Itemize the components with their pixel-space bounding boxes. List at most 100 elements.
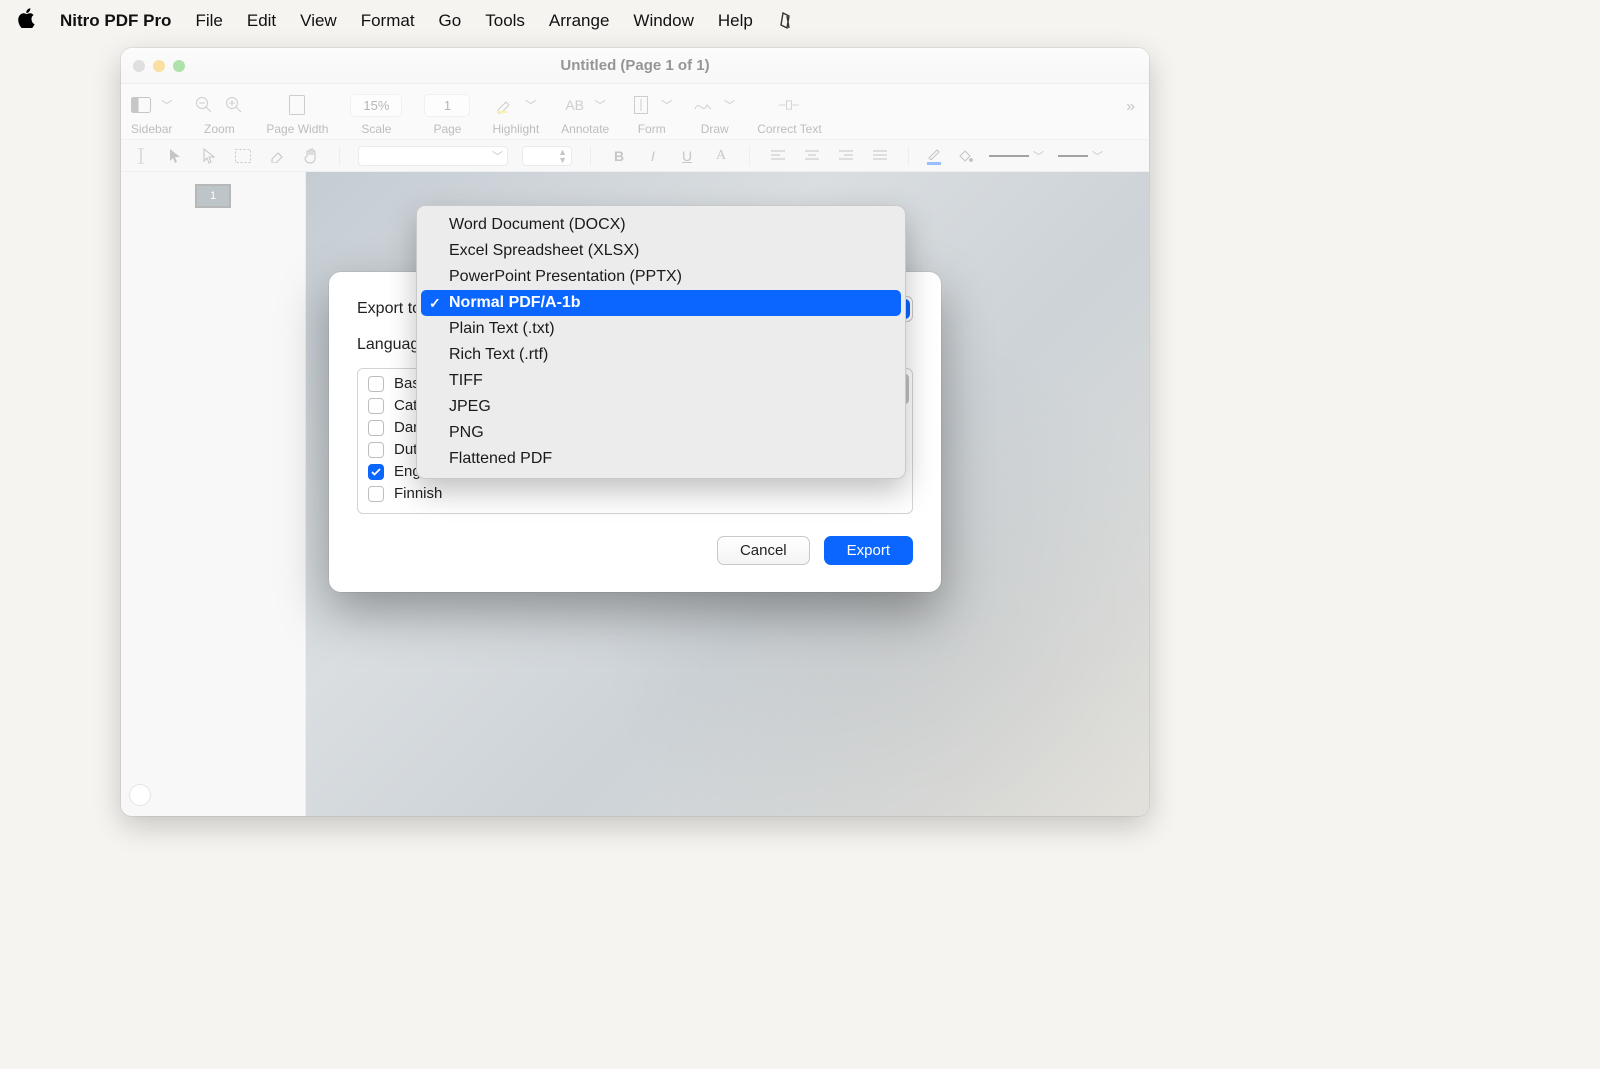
thumbnail-pane[interactable]: 1 (121, 172, 306, 816)
font-select[interactable]: ﹀ (358, 146, 508, 166)
menu-window[interactable]: Window (633, 11, 693, 31)
dropdown-option[interactable]: JPEG (421, 394, 901, 420)
menu-go[interactable]: Go (439, 11, 462, 31)
hand-icon[interactable] (301, 146, 321, 166)
thumb-page-number: 1 (210, 190, 216, 202)
tool-correct-label: Correct Text (757, 122, 821, 136)
font-style-button[interactable]: A (711, 146, 731, 166)
menu-tools[interactable]: Tools (485, 11, 525, 31)
dropdown-option[interactable]: Normal PDF/A-1b (421, 290, 901, 316)
sidebar-icon (131, 95, 151, 115)
window-zoom-button[interactable] (173, 60, 185, 72)
tool-scale-label: Scale (361, 122, 391, 136)
export-format-dropdown: Word Document (DOCX)Excel Spreadsheet (X… (416, 205, 906, 479)
menu-help[interactable]: Help (718, 11, 753, 31)
apple-icon[interactable] (18, 8, 36, 34)
menu-file[interactable]: File (195, 11, 222, 31)
zoom-slider-knob[interactable] (129, 784, 151, 806)
titlebar: Untitled (Page 1 of 1) (121, 48, 1149, 84)
align-justify-icon[interactable] (870, 146, 890, 166)
pointer-icon[interactable] (165, 146, 185, 166)
menu-view[interactable]: View (300, 11, 337, 31)
line-weight-select[interactable]: ﹀ (989, 148, 1044, 164)
tool-form-label: Form (638, 122, 666, 136)
document-title: Untitled (Page 1 of 1) (121, 57, 1149, 74)
tool-correct[interactable]: Correct Text (757, 90, 821, 136)
tool-annotate[interactable]: AB ﹀ Annotate (561, 90, 609, 136)
annotate-icon: AB (565, 95, 585, 115)
align-right-icon[interactable] (836, 146, 856, 166)
menubar-extra-icon[interactable] (777, 12, 793, 30)
align-left-icon[interactable] (768, 146, 788, 166)
dropdown-option[interactable]: TIFF (421, 368, 901, 394)
cancel-button[interactable]: Cancel (717, 536, 810, 565)
tool-draw-label: Draw (701, 122, 729, 136)
align-center-icon[interactable] (802, 146, 822, 166)
menu-app-name[interactable]: Nitro PDF Pro (60, 11, 171, 31)
dropdown-option[interactable]: Flattened PDF (421, 446, 901, 472)
tool-pagewidth[interactable]: Page Width (266, 90, 328, 136)
checkbox[interactable] (368, 442, 384, 458)
underline-button[interactable]: U (677, 146, 697, 166)
text-color-button[interactable] (927, 146, 941, 165)
menu-format[interactable]: Format (361, 11, 415, 31)
window-minimize-button[interactable] (153, 60, 165, 72)
bold-button[interactable]: B (609, 146, 629, 166)
tool-page[interactable]: 1 Page (424, 90, 470, 136)
checkbox[interactable] (368, 464, 384, 480)
fill-color-button[interactable] (955, 146, 975, 166)
export-button[interactable]: Export (824, 536, 913, 565)
scale-value[interactable]: 15% (350, 94, 402, 117)
marquee-icon[interactable] (233, 146, 253, 166)
draw-icon (694, 95, 714, 115)
pointer-outline-icon[interactable] (199, 146, 219, 166)
zoom-out-icon[interactable] (194, 95, 214, 115)
fontsize-select[interactable]: ▲▼ (522, 146, 572, 166)
zoom-in-icon[interactable] (224, 95, 244, 115)
chevron-down-icon: ﹀ (525, 97, 536, 113)
text-cursor-icon[interactable] (131, 146, 151, 166)
window-close-button[interactable] (133, 60, 145, 72)
page-thumbnail[interactable]: 1 (195, 184, 231, 208)
checkbox[interactable] (368, 420, 384, 436)
checkbox[interactable] (368, 376, 384, 392)
language-label: Finnish (394, 485, 442, 502)
italic-button[interactable]: I (643, 146, 663, 166)
subtoolbar: ﹀ ▲▼ B I U A ﹀ ﹀ (121, 140, 1149, 172)
menu-edit[interactable]: Edit (247, 11, 276, 31)
toolbar: ﹀ Sidebar Zoom Page Width 15% Scale 1 Pa… (121, 84, 1149, 140)
dropdown-option[interactable]: Rich Text (.rtf) (421, 342, 901, 368)
form-icon (631, 95, 651, 115)
dropdown-option[interactable]: PNG (421, 420, 901, 446)
dropdown-option[interactable]: Plain Text (.txt) (421, 316, 901, 342)
window-controls (133, 60, 185, 72)
tool-highlight-label: Highlight (492, 122, 539, 136)
tool-pagewidth-label: Page Width (266, 122, 328, 136)
tool-zoom[interactable]: Zoom (194, 90, 244, 136)
chevron-down-icon: ﹀ (595, 97, 606, 113)
mac-menubar: Nitro PDF Pro File Edit View Format Go T… (18, 8, 793, 34)
toolbar-overflow-button[interactable]: » (1126, 90, 1139, 116)
correct-text-icon (779, 95, 799, 115)
tool-highlight[interactable]: ﹀ Highlight (492, 90, 539, 136)
language-option[interactable]: Finnish (368, 485, 902, 502)
dropdown-option[interactable]: PowerPoint Presentation (PPTX) (421, 264, 901, 290)
tool-scale[interactable]: 15% Scale (350, 90, 402, 136)
tool-sidebar[interactable]: ﹀ Sidebar (131, 90, 172, 136)
chevron-down-icon: ﹀ (661, 97, 672, 113)
page-value[interactable]: 1 (424, 94, 470, 117)
eraser-icon[interactable] (267, 146, 287, 166)
tool-form[interactable]: ﹀ Form (631, 90, 672, 136)
chevron-down-icon: ﹀ (724, 97, 735, 113)
tool-draw[interactable]: ﹀ Draw (694, 90, 735, 136)
highlight-icon (495, 95, 515, 115)
tool-page-label: Page (433, 122, 461, 136)
checkbox[interactable] (368, 486, 384, 502)
line-style-select[interactable]: ﹀ (1058, 148, 1103, 164)
pagewidth-icon (287, 95, 307, 115)
dropdown-option[interactable]: Word Document (DOCX) (421, 212, 901, 238)
dropdown-option[interactable]: Excel Spreadsheet (XLSX) (421, 238, 901, 264)
checkbox[interactable] (368, 398, 384, 414)
menu-arrange[interactable]: Arrange (549, 11, 609, 31)
chevron-down-icon: ﹀ (161, 97, 172, 113)
